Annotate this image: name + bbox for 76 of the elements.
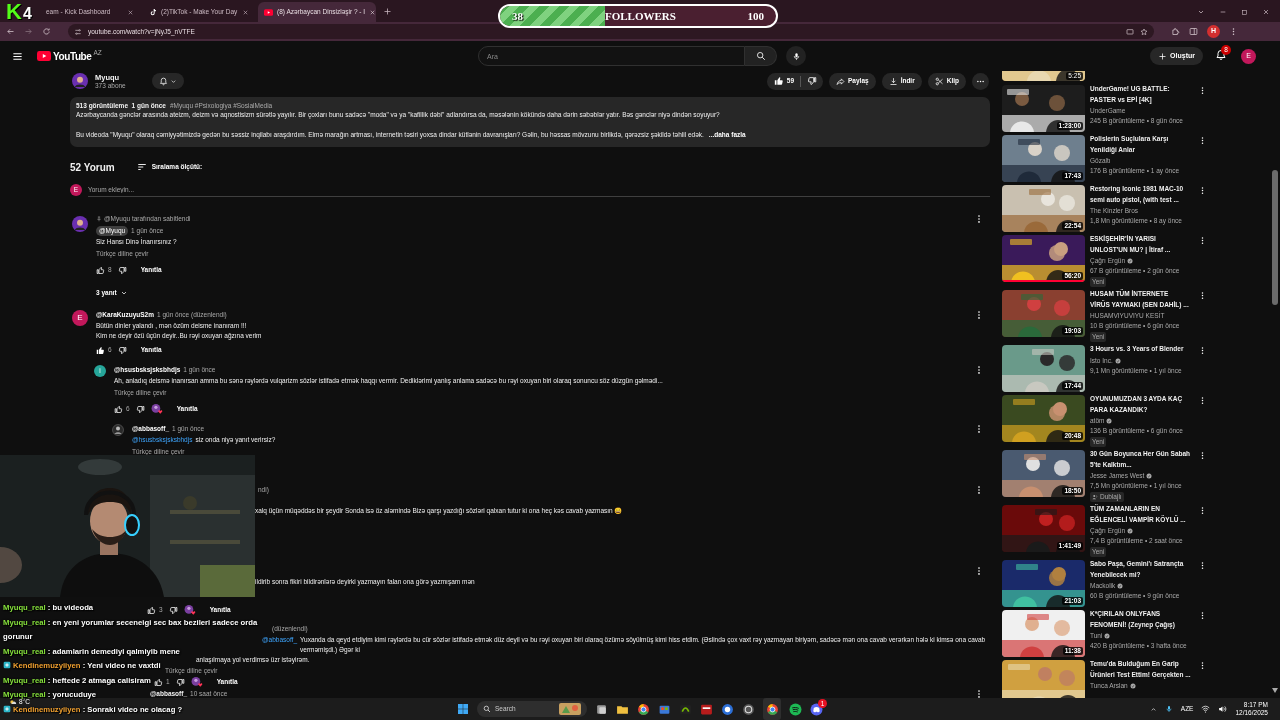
volume-icon[interactable]	[1218, 705, 1228, 713]
description-panel[interactable]	[70, 97, 990, 147]
plus-icon	[1158, 51, 1168, 61]
music-app-icon[interactable]	[789, 702, 802, 716]
thumbs-up-icon[interactable]	[96, 345, 105, 355]
download-icon	[888, 76, 898, 86]
scrollbar-thumb[interactable]	[1272, 170, 1278, 305]
close-icon[interactable]	[127, 8, 134, 16]
scissors-icon	[934, 76, 944, 86]
thumbs-up-icon[interactable]	[96, 265, 105, 275]
app-icon[interactable]	[700, 702, 713, 716]
browser-icon	[765, 702, 779, 716]
logo: K	[6, 1, 22, 23]
user-avatar[interactable]: E	[72, 310, 88, 326]
voice-search-button[interactable]	[786, 46, 806, 66]
chevron-down-icon	[119, 289, 128, 297]
bell-icon[interactable]	[1215, 49, 1227, 61]
youtube-logo[interactable]: YouTube	[53, 48, 92, 64]
mic-icon	[791, 51, 801, 61]
search-icon	[755, 51, 766, 61]
follower-count: 38	[512, 8, 523, 24]
notification-button[interactable]	[151, 73, 184, 89]
comment-count: 52 Yorum	[70, 160, 115, 175]
thumbs-up-icon[interactable]	[154, 677, 163, 687]
youtube-logo-icon[interactable]	[37, 51, 51, 61]
channel-avatar[interactable]	[72, 73, 88, 89]
thumbs-down-icon[interactable]	[175, 677, 185, 687]
user-avatar[interactable]	[72, 216, 88, 232]
weather-icon	[9, 699, 17, 705]
windows-icon[interactable]	[457, 703, 469, 715]
search-icon	[483, 705, 491, 713]
play-icon	[264, 8, 273, 16]
sort-icon	[136, 162, 147, 172]
sidebar-icon[interactable]	[1189, 27, 1198, 36]
taskbar-app-button[interactable]	[763, 698, 781, 720]
scroll-down-arrow-icon[interactable]	[1272, 688, 1278, 693]
chevron-down-icon	[169, 77, 177, 85]
close-icon[interactable]	[242, 8, 249, 16]
search-button[interactable]	[745, 46, 777, 66]
chevron-down-icon[interactable]	[1197, 8, 1205, 16]
goal-label: FOLLOWERS	[605, 8, 676, 24]
counter-text: 4	[22, 5, 32, 23]
app-icon[interactable]	[721, 702, 734, 716]
maximize-icon[interactable]	[1241, 8, 1248, 16]
bell-icon	[158, 76, 168, 86]
close-icon[interactable]	[1262, 8, 1270, 16]
user-avatar[interactable]	[112, 424, 124, 436]
thumbs-down-icon[interactable]	[168, 605, 178, 615]
browser-icon[interactable]	[637, 702, 650, 716]
mic-icon[interactable]	[1164, 705, 1173, 713]
window-icon[interactable]	[595, 702, 608, 716]
star-icon[interactable]	[1140, 27, 1148, 36]
thumbs-down-icon	[807, 76, 817, 86]
goal-count: 100	[747, 8, 764, 24]
tune-icon	[74, 27, 82, 36]
cast-icon[interactable]	[1126, 27, 1134, 36]
chat-app-icon[interactable]	[810, 702, 823, 716]
highlight-icon	[559, 703, 581, 715]
wifi-icon[interactable]	[1201, 705, 1211, 713]
plus-icon[interactable]	[383, 7, 392, 16]
note-icon	[149, 8, 157, 16]
puzzle-icon[interactable]	[1171, 27, 1180, 36]
close-icon[interactable]	[369, 8, 377, 16]
thumbs-up-icon	[773, 76, 784, 86]
reload-icon[interactable]	[42, 27, 51, 36]
back-icon[interactable]	[6, 27, 15, 36]
menu-icon[interactable]	[12, 50, 23, 62]
thumbs-up-icon[interactable]	[147, 605, 156, 615]
thumbs-up-icon[interactable]	[114, 404, 123, 414]
chevron-up-icon[interactable]	[1149, 705, 1157, 713]
person-icon	[1092, 494, 1098, 500]
thumbs-down-icon[interactable]	[135, 404, 145, 414]
pin-icon	[96, 216, 102, 222]
share-icon	[836, 76, 845, 86]
thumbs-down-icon[interactable]	[117, 345, 127, 355]
thumbs-down-icon[interactable]	[117, 265, 127, 275]
